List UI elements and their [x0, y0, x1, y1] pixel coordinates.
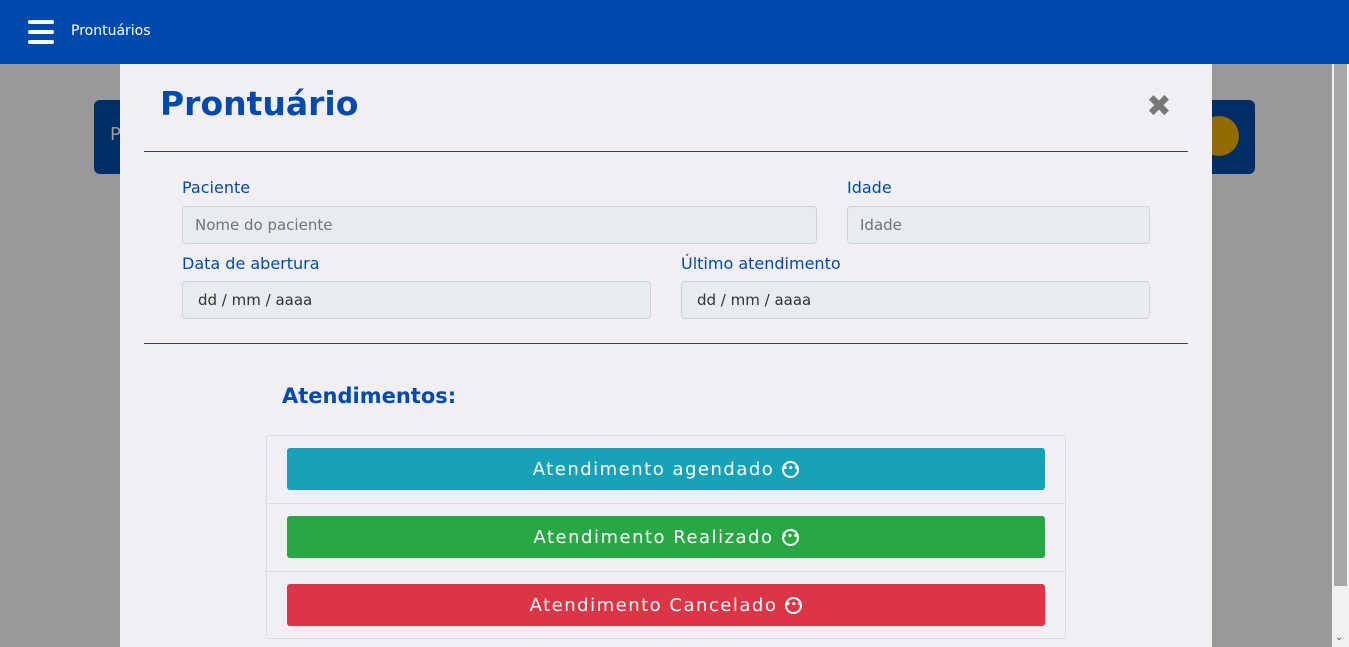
- top-navbar: Prontuários: [0, 0, 1349, 64]
- header-divider: [144, 151, 1188, 152]
- more-circle-icon: •••: [781, 528, 799, 546]
- form-divider: [144, 343, 1188, 344]
- scroll-down-icon[interactable]: ⌄: [1335, 633, 1343, 643]
- paciente-label: Paciente: [182, 178, 251, 197]
- atendimentos-list: Atendimento agendado ••• Atendimento Rea…: [266, 435, 1066, 639]
- prontuario-modal: Prontuário ✖ Paciente Idade Data de aber…: [120, 64, 1212, 647]
- list-item: Atendimento Realizado •••: [267, 504, 1065, 572]
- button-label: Atendimento Realizado: [533, 526, 774, 548]
- ultimo-atendimento-label: Último atendimento: [681, 254, 841, 273]
- idade-label: Idade: [847, 178, 892, 197]
- data-abertura-label: Data de abertura: [182, 254, 320, 273]
- atendimento-agendado-button[interactable]: Atendimento agendado •••: [287, 448, 1045, 490]
- list-item: Atendimento agendado •••: [267, 436, 1065, 504]
- navbar-title: Prontuários: [71, 23, 151, 39]
- paciente-input[interactable]: [182, 206, 817, 244]
- modal-title: Prontuário: [160, 84, 359, 123]
- ultimo-atendimento-input[interactable]: dd / mm / aaaa: [681, 281, 1150, 319]
- atendimento-cancelado-button[interactable]: Atendimento Cancelado •••: [287, 584, 1045, 626]
- more-circle-icon: •••: [785, 596, 803, 614]
- close-icon[interactable]: ✖: [1146, 92, 1172, 122]
- button-label: Atendimento agendado: [532, 458, 775, 480]
- atendimentos-heading: Atendimentos:: [282, 384, 457, 408]
- idade-input[interactable]: [847, 206, 1150, 244]
- page-scrollbar[interactable]: ⌄: [1332, 64, 1349, 647]
- data-abertura-value: dd / mm / aaaa: [198, 291, 313, 309]
- list-item: Atendimento Cancelado •••: [267, 572, 1065, 640]
- scrollbar-thumb[interactable]: [1334, 64, 1347, 586]
- data-abertura-input[interactable]: dd / mm / aaaa: [182, 281, 651, 319]
- ultimo-atendimento-value: dd / mm / aaaa: [697, 291, 812, 309]
- menu-icon[interactable]: [28, 20, 54, 44]
- button-label: Atendimento Cancelado: [529, 594, 778, 616]
- atendimento-realizado-button[interactable]: Atendimento Realizado •••: [287, 516, 1045, 558]
- more-circle-icon: •••: [782, 460, 799, 478]
